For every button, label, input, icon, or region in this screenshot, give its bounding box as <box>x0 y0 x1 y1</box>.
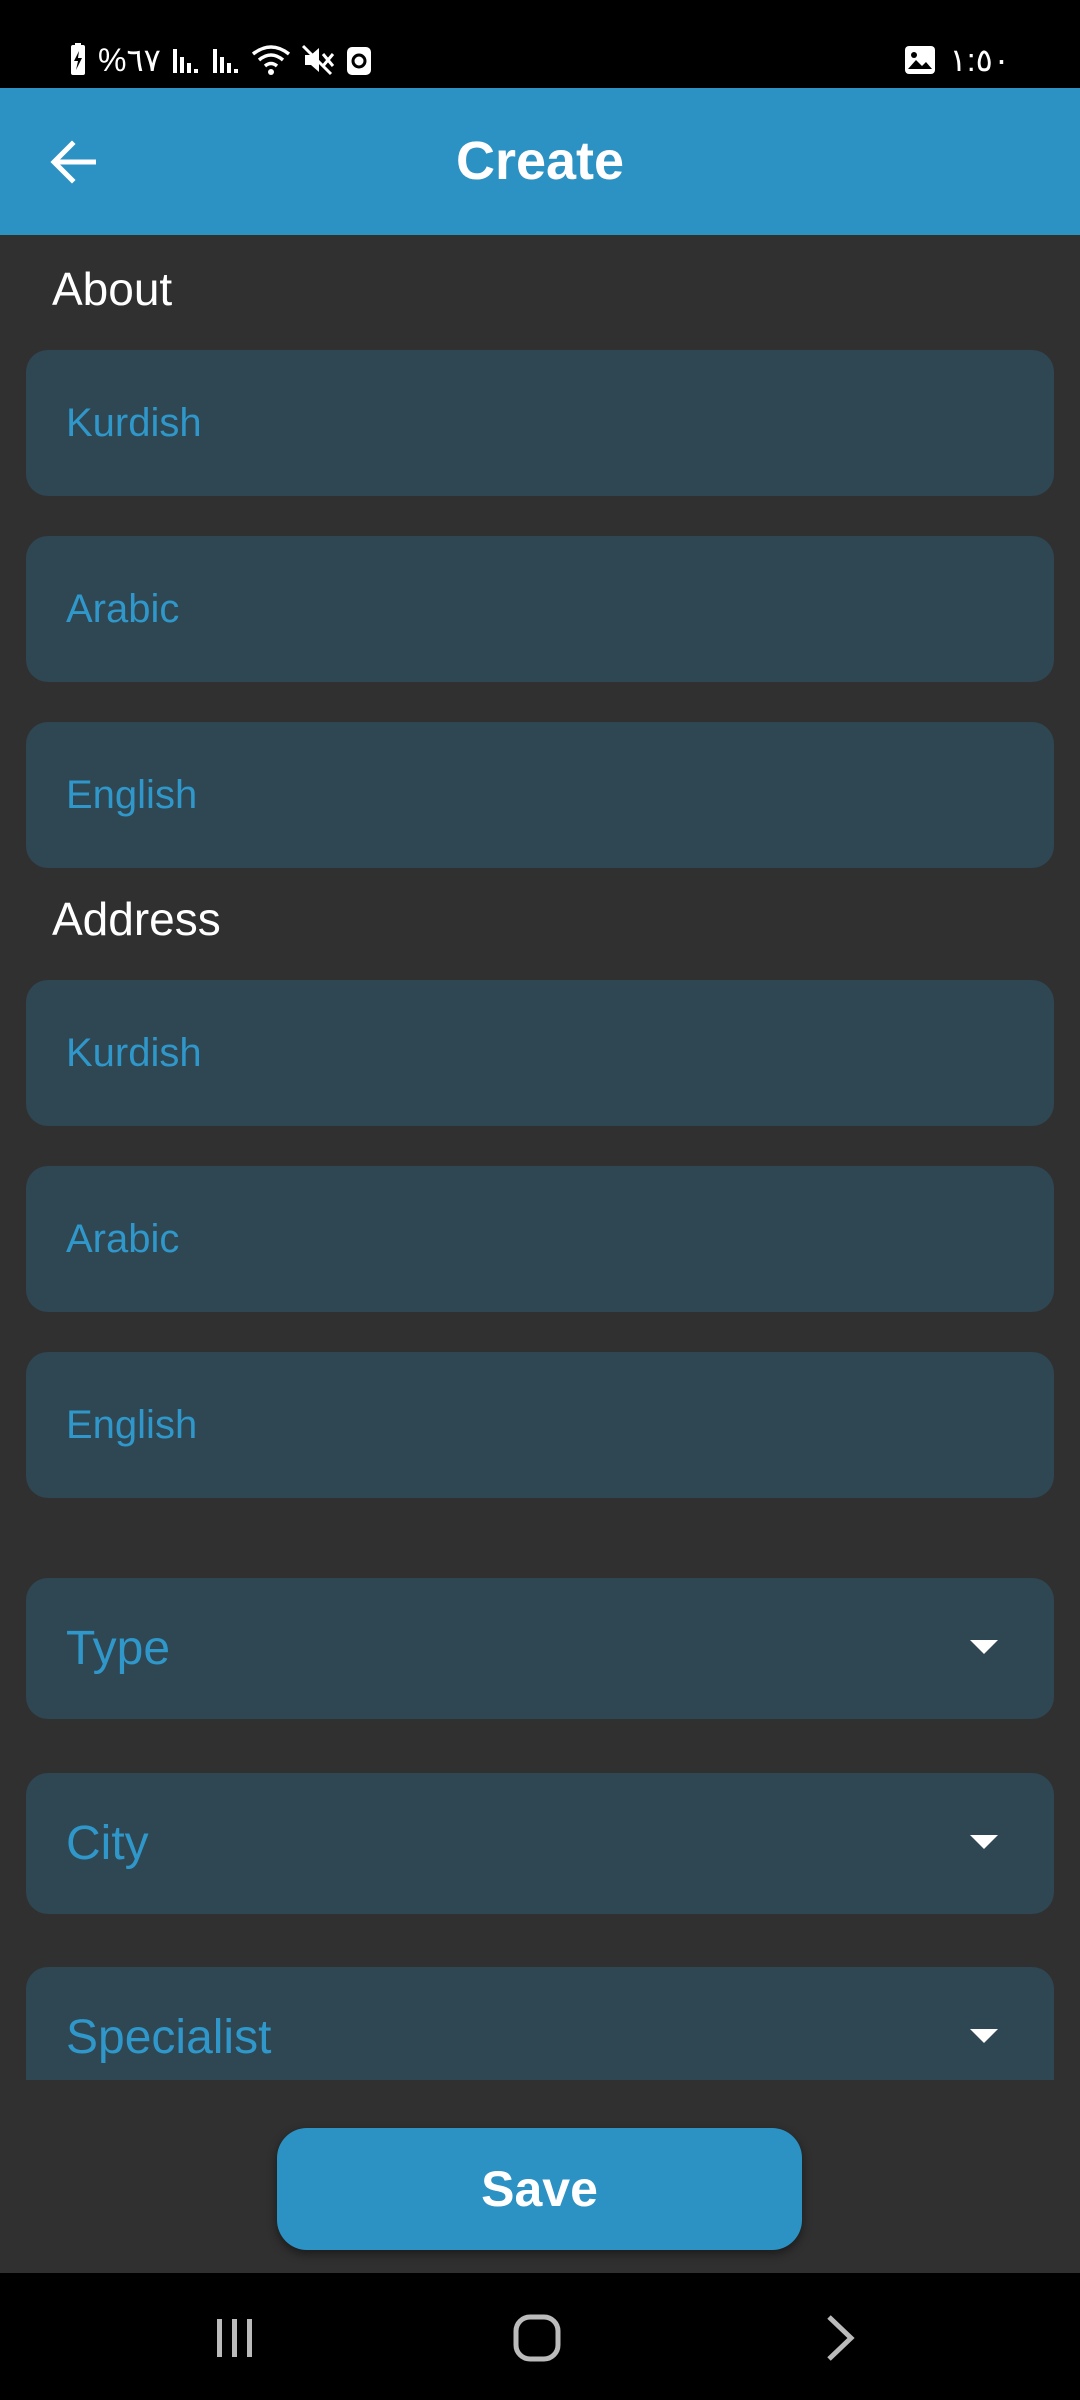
city-dropdown-label: City <box>66 1817 149 1870</box>
home-button[interactable] <box>492 2303 582 2373</box>
chevron-right-icon <box>827 2315 855 2361</box>
specialist-dropdown-label: Specialist <box>66 2011 272 2064</box>
recent-apps-button[interactable] <box>190 2303 280 2373</box>
specialist-dropdown[interactable]: Specialist <box>26 1967 1054 2080</box>
recent-apps-icon <box>217 2319 252 2357</box>
form-scroll-clip: Type City Specialist <box>0 0 1080 2080</box>
forward-button[interactable] <box>795 2303 885 2373</box>
system-nav-bar <box>0 2273 1080 2400</box>
dropdown-arrow-icon <box>970 2029 998 2043</box>
type-dropdown[interactable]: Type <box>26 1578 1054 1719</box>
home-icon <box>513 2314 561 2362</box>
type-dropdown-label: Type <box>66 1622 171 1675</box>
dropdown-arrow-icon <box>970 1835 998 1849</box>
city-dropdown[interactable]: City <box>26 1773 1054 1914</box>
save-button[interactable]: Save <box>277 2128 802 2250</box>
dropdown-arrow-icon <box>970 1640 998 1654</box>
